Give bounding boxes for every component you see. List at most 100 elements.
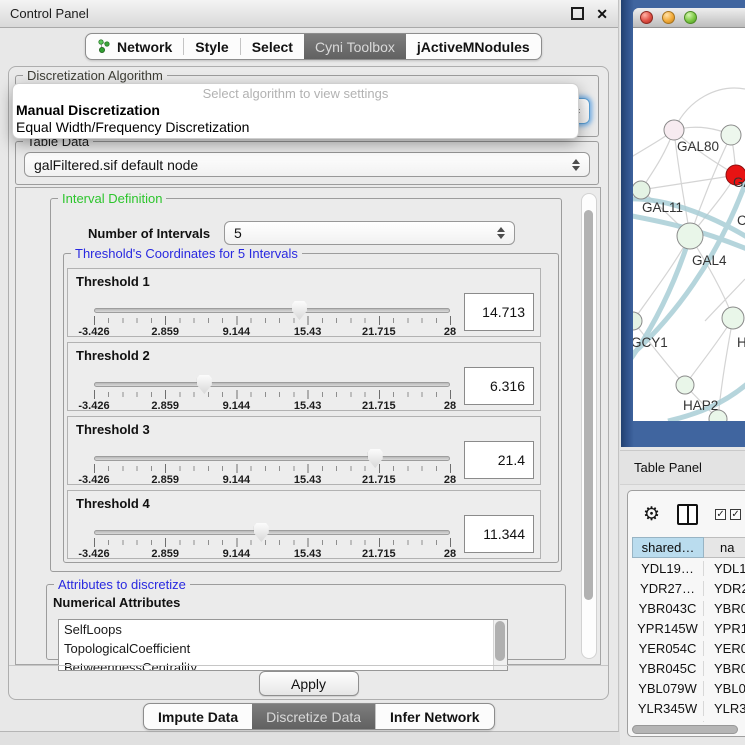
threshold-value-field[interactable]: 6.316 (464, 367, 534, 405)
cell-name[interactable]: YBL0 (704, 681, 745, 696)
cell-shared-name[interactable]: YIL052C (632, 721, 704, 723)
slider-track[interactable] (94, 456, 450, 461)
tick-label: 21.715 (362, 474, 396, 486)
panel-title: Control Panel (10, 6, 571, 21)
slider-track[interactable] (94, 308, 450, 313)
threshold-slider[interactable]: -3.4262.8599.14415.4321.71528 (94, 373, 450, 411)
table-data-group: Table Data galFiltered.sif default node (15, 141, 599, 185)
slider-track[interactable] (94, 382, 450, 387)
cell-name[interactable]: YDL1 (704, 561, 745, 576)
threshold-slider[interactable]: -3.4262.8599.14415.4321.71528 (94, 521, 450, 559)
zoom-traffic-light-icon[interactable] (684, 11, 697, 24)
thresholds-group: Threshold's Coordinates for 5 Intervals … (63, 253, 559, 563)
table-row[interactable]: YDR27…YDR2 (632, 578, 745, 598)
table-row[interactable]: YIL052CYIL0 (632, 718, 745, 722)
interval-definition-group: Interval Definition Number of Intervals … (50, 198, 562, 572)
list-scrollbar[interactable] (493, 620, 507, 670)
table-row[interactable]: YBR043CYBR0 (632, 598, 745, 618)
threshold-value-field[interactable]: 21.4 (464, 441, 534, 479)
bottom-tab-bar: Impute DataDiscretize DataInfer Network (143, 703, 495, 730)
network-node-ga[interactable] (721, 125, 741, 145)
attribute-item[interactable]: SelfLoops (59, 620, 507, 639)
tab-style[interactable]: Style (184, 34, 239, 59)
tick-label: 15.43 (294, 400, 322, 412)
tick-label: 15.43 (294, 326, 322, 338)
tick-label: -3.426 (78, 326, 109, 338)
table-row[interactable]: YBR045CYBR0 (632, 658, 745, 678)
network-node-hap2[interactable] (676, 376, 694, 394)
close-icon[interactable]: ✕ (596, 7, 608, 21)
tab-impute-data[interactable]: Impute Data (144, 704, 252, 729)
cell-shared-name[interactable]: YBL079W (632, 681, 704, 696)
threshold-value-field[interactable]: 11.344 (464, 515, 534, 553)
minimize-traffic-light-icon[interactable] (662, 11, 675, 24)
threshold-row: Threshold 1 -3.4262.8599.14415.4321.7152… (67, 268, 541, 337)
threshold-slider[interactable]: -3.4262.8599.14415.4321.71528 (94, 299, 450, 337)
threshold-slider[interactable]: -3.4262.8599.14415.4321.71528 (94, 447, 450, 485)
apply-button[interactable]: Apply (259, 671, 359, 696)
cell-shared-name[interactable]: YLR345W (632, 701, 704, 716)
tick-label: 9.144 (223, 400, 251, 412)
control-panel-window: Control Panel ✕ Network Style SelectCyni T… (0, 0, 619, 732)
settings-scroll-panel: Interval Definition Number of Intervals … (15, 187, 601, 665)
network-canvas[interactable]: GAL80GACGAL11GAL4GCY1HHAP2 (633, 29, 745, 421)
attribute-item[interactable]: TopologicalCoefficient (59, 639, 507, 658)
table-hscrollbar-thumb[interactable] (632, 725, 738, 734)
node-label: GA (733, 175, 745, 190)
cell-shared-name[interactable]: YPR145W (632, 621, 704, 636)
network-node-gal4[interactable] (677, 223, 703, 249)
threshold-rows: Threshold 1 -3.4262.8599.14415.4321.7152… (64, 268, 558, 564)
column-header-shared-name[interactable]: shared… (632, 537, 704, 558)
table-panel-window: ⚙ ✓ ✓ shared… na YDL19…YDL1YDR27…YDR2YBR… (627, 490, 745, 737)
tab-cyni-toolbox[interactable]: Cyni Toolbox (304, 34, 406, 59)
tab-jactivemnodules[interactable]: jActiveMNodules (406, 34, 541, 59)
tab-discretize-data[interactable]: Discretize Data (252, 704, 375, 729)
table-row[interactable]: YLR345WYLR3 (632, 698, 745, 718)
table-hscrollbar[interactable] (632, 724, 742, 735)
cell-name[interactable]: YIL0 (704, 721, 745, 723)
tab-select[interactable]: Select (241, 34, 304, 59)
tab-label: Network (117, 39, 172, 55)
network-node-gcy1[interactable] (633, 312, 642, 330)
tab-infer-network[interactable]: Infer Network (375, 704, 493, 729)
cell-shared-name[interactable]: YDR27… (632, 581, 704, 596)
panel-scrollbar[interactable] (581, 193, 597, 659)
float-window-icon[interactable] (571, 7, 584, 20)
checkbox-icon[interactable]: ✓ (715, 509, 726, 520)
cell-shared-name[interactable]: YDL19… (632, 561, 704, 576)
threshold-value-field[interactable]: 14.713 (464, 293, 534, 331)
table-row[interactable]: YBL079WYBL0 (632, 678, 745, 698)
table-data-combobox[interactable]: galFiltered.sif default node (24, 152, 590, 177)
column-browser-icon[interactable] (677, 504, 698, 525)
close-traffic-light-icon[interactable] (640, 11, 653, 24)
cell-name[interactable]: YPR1 (704, 621, 745, 636)
tab-label: Style (195, 39, 228, 55)
table-row[interactable]: YPR145WYPR1 (632, 618, 745, 638)
number-of-intervals-combobox[interactable]: 5 (224, 221, 515, 245)
algorithm-option-equal-width-frequency-discretization[interactable]: Equal Width/Frequency Discretization (13, 119, 578, 136)
network-node-gal80[interactable] (664, 120, 684, 140)
node-label: GCY1 (633, 335, 668, 350)
cell-shared-name[interactable]: YER054C (632, 641, 704, 656)
slider-tick-labels: -3.4262.8599.14415.4321.71528 (94, 474, 450, 486)
cell-name[interactable]: YDR2 (704, 581, 745, 596)
cell-name[interactable]: YER0 (704, 641, 745, 656)
cell-shared-name[interactable]: YBR045C (632, 661, 704, 676)
cell-name[interactable]: YBR0 (704, 601, 745, 616)
panel-scrollbar-thumb[interactable] (584, 210, 593, 600)
gear-icon[interactable]: ⚙ (643, 505, 660, 524)
tab-network[interactable]: Network (86, 34, 183, 59)
column-header-name[interactable]: na (704, 537, 745, 558)
table-row[interactable]: YDL19…YDL1 (632, 558, 745, 578)
cell-name[interactable]: YLR3 (704, 701, 745, 716)
checkbox-icon[interactable]: ✓ (730, 509, 741, 520)
numerical-attributes-list[interactable]: SelfLoopsTopologicalCoefficientBetweenne… (58, 619, 508, 671)
network-node-h[interactable] (722, 307, 744, 329)
cell-shared-name[interactable]: YBR043C (632, 601, 704, 616)
algorithm-option-manual-discretization[interactable]: Manual Discretization (13, 102, 578, 119)
network-node-gal11[interactable] (633, 181, 650, 199)
cell-name[interactable]: YBR0 (704, 661, 745, 676)
table-row[interactable]: YER054CYER0 (632, 638, 745, 658)
slider-track[interactable] (94, 530, 450, 535)
threshold-label: Threshold 3 (76, 422, 150, 437)
